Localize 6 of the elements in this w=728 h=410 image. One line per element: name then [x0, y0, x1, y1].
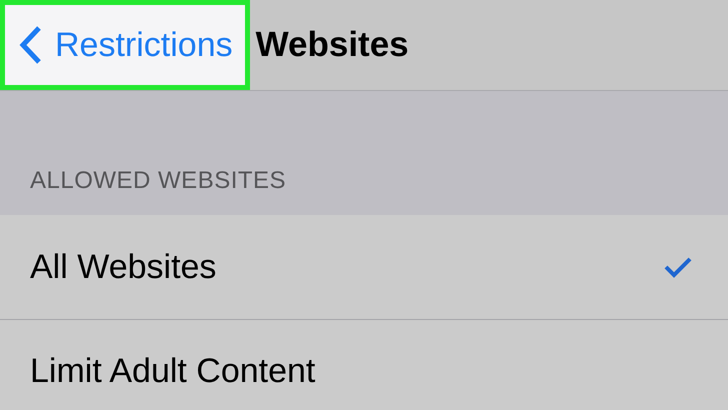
screen-title: Websites: [256, 24, 409, 66]
website-option[interactable]: Limit Adult Content: [0, 319, 728, 410]
section-header: ALLOWED WEBSITES: [30, 166, 286, 196]
website-option[interactable]: All Websites: [0, 215, 728, 319]
back-chevron-icon: [19, 25, 43, 65]
back-button[interactable]: Restrictions: [0, 0, 250, 90]
